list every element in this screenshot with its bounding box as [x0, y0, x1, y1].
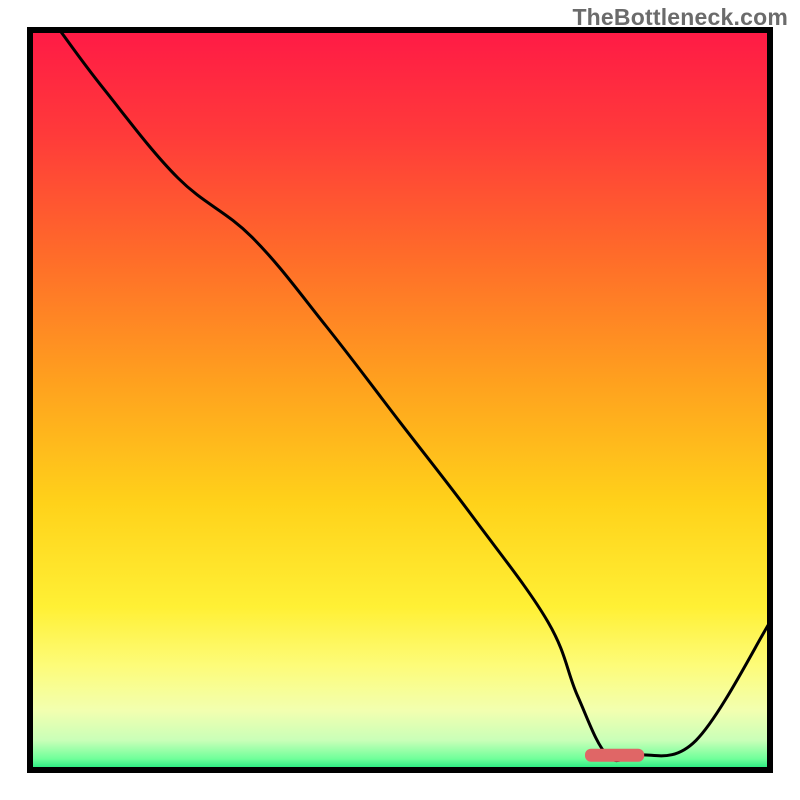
optimal-marker — [585, 749, 644, 762]
chart-container: TheBottleneck.com — [0, 0, 800, 800]
bottleneck-chart — [0, 0, 800, 800]
gradient-background — [30, 30, 770, 770]
watermark-text: TheBottleneck.com — [572, 4, 788, 31]
